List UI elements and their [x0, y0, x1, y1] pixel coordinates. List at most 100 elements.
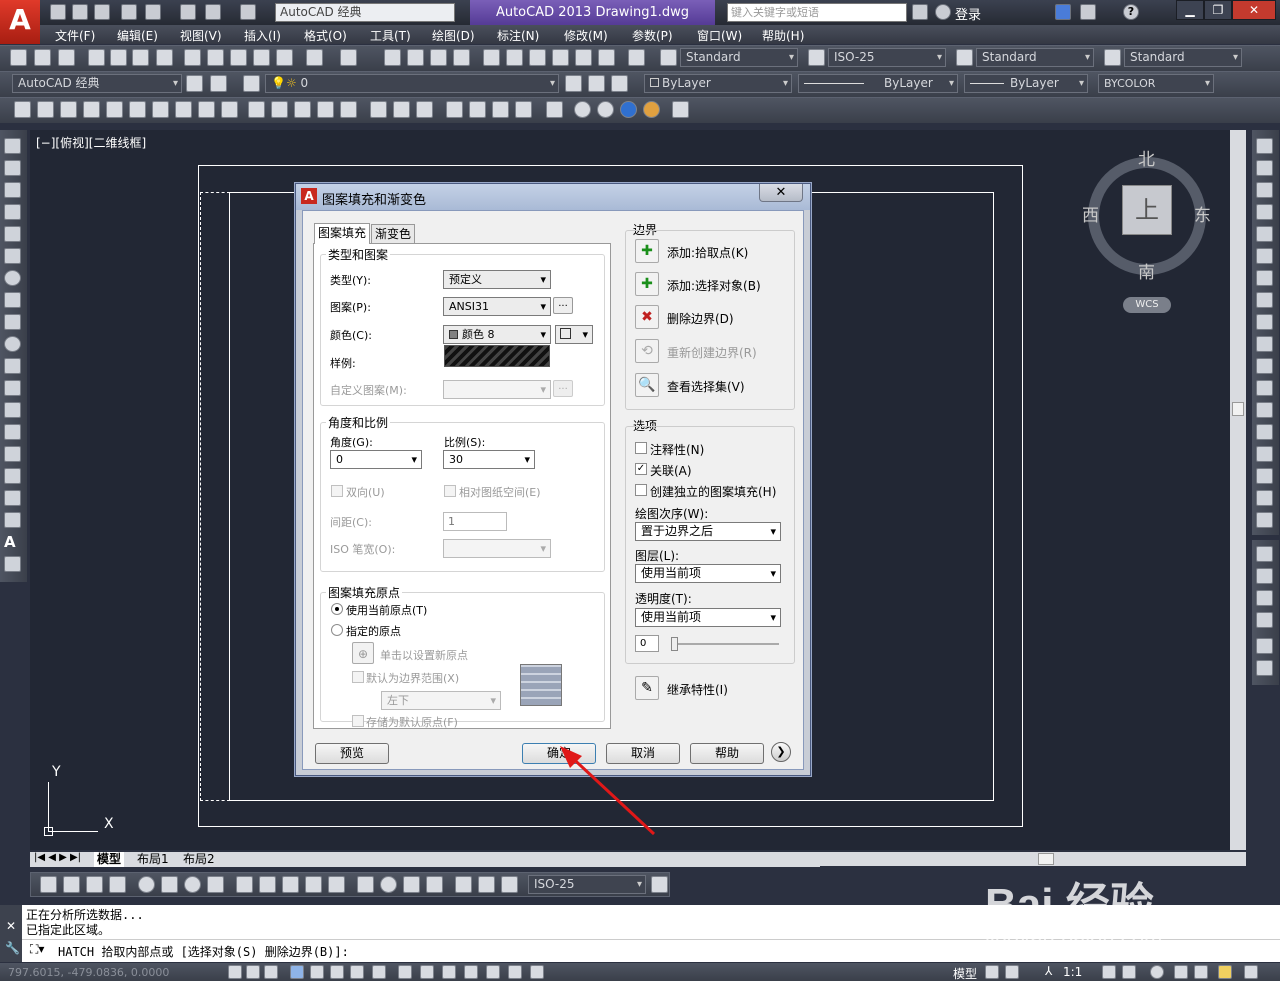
compass-west[interactable]: 西	[1082, 201, 1099, 226]
close-window-button[interactable]: ✕	[1232, 0, 1276, 20]
exchange-icon[interactable]	[1055, 4, 1071, 20]
fillet-icon[interactable]	[1256, 468, 1273, 484]
hatch-icon[interactable]	[4, 446, 21, 462]
menu-help[interactable]: 帮助(H)	[762, 27, 804, 44]
undo-toolbar-icon[interactable]	[306, 49, 323, 66]
coordinates-readout[interactable]: 797.6015, -479.0836, 0.0000	[8, 966, 169, 979]
customize-icon[interactable]	[210, 75, 227, 92]
polyline-icon[interactable]	[4, 182, 21, 198]
cylinder-icon[interactable]	[129, 101, 146, 118]
ducs-icon[interactable]	[398, 965, 412, 979]
continue-dim-icon[interactable]	[282, 876, 299, 893]
grid-display-icon[interactable]	[264, 965, 278, 979]
wrench-icon[interactable]: 🔧	[5, 941, 20, 955]
menu-modify[interactable]: 修改(M)	[564, 27, 608, 44]
save-toolbar-icon[interactable]	[58, 49, 75, 66]
aligned-dim-icon[interactable]	[63, 876, 80, 893]
line-icon[interactable]	[4, 138, 21, 154]
custom-pattern-browse-button[interactable]: ...	[553, 380, 573, 397]
tab-model[interactable]: 模型	[94, 852, 125, 867]
blend-curves-icon[interactable]	[1256, 490, 1273, 506]
hatch-color-select[interactable]: 颜色 8	[443, 325, 551, 344]
3d-align-icon[interactable]	[492, 101, 509, 118]
menu-draw[interactable]: 绘图(D)	[432, 27, 475, 44]
table-style-combo[interactable]: Standard	[976, 48, 1094, 67]
menu-edit[interactable]: 编辑(E)	[117, 27, 158, 44]
layer-previous-icon[interactable]	[588, 75, 605, 92]
toolbar-lock-icon[interactable]	[1174, 965, 1188, 979]
insert-block-icon[interactable]	[4, 380, 21, 396]
restore-button[interactable]: ❐	[1204, 0, 1232, 20]
command-window-handle[interactable]: ✕ 🔧	[0, 905, 22, 962]
open-file-icon[interactable]	[72, 4, 88, 20]
cut-icon[interactable]	[184, 49, 201, 66]
viewcube-top-face[interactable]: 上	[1122, 185, 1172, 235]
annotation-visibility-icon[interactable]	[1102, 965, 1116, 979]
clean-screen-icon[interactable]	[1244, 965, 1258, 979]
add-select-objects-label[interactable]: 添加:选择对象(B)	[667, 277, 761, 294]
table-style-icon[interactable]	[956, 49, 973, 66]
horizontal-scrollbar[interactable]	[820, 852, 1246, 866]
menu-format[interactable]: 格式(O)	[304, 27, 347, 44]
layer-states-icon[interactable]	[611, 75, 628, 92]
help-button[interactable]: 帮助	[690, 743, 764, 764]
hidden-style-icon[interactable]	[574, 101, 591, 118]
planar-surface-icon[interactable]	[221, 101, 238, 118]
horizontal-scroll-thumb[interactable]	[1038, 853, 1054, 865]
copy-icon[interactable]	[207, 49, 224, 66]
spacing-input[interactable]: 1	[443, 512, 507, 531]
more-options-button[interactable]: ❯	[771, 742, 791, 762]
text-to-front-icon[interactable]	[1256, 638, 1273, 654]
save-as-icon[interactable]	[121, 4, 137, 20]
otrack-icon[interactable]	[372, 965, 386, 979]
break-icon[interactable]	[1256, 402, 1273, 418]
scale-select[interactable]: 30	[443, 450, 535, 469]
linear-dim-icon[interactable]	[40, 876, 57, 893]
compass-south[interactable]: 南	[1138, 258, 1155, 283]
menu-dimension[interactable]: 标注(N)	[497, 27, 539, 44]
application-menu-button[interactable]: A	[0, 0, 40, 44]
lineweight-display-icon[interactable]	[442, 965, 456, 979]
tab-hatch[interactable]: 图案填充	[314, 223, 371, 244]
mleader-style-icon[interactable]	[1104, 49, 1121, 66]
redo-icon[interactable]	[240, 4, 256, 20]
menu-insert[interactable]: 插入(I)	[244, 27, 281, 44]
tolerance-icon[interactable]	[357, 876, 374, 893]
plotstyle-combo[interactable]: BYCOLOR	[1098, 74, 1214, 93]
vertical-scroll-thumb[interactable]	[1232, 402, 1244, 416]
radius-dim-icon[interactable]	[138, 876, 155, 893]
center-mark-icon[interactable]	[380, 876, 397, 893]
cancel-button[interactable]: 取消	[606, 743, 680, 764]
stretch-icon[interactable]	[1256, 314, 1273, 330]
diameter-dim-icon[interactable]	[184, 876, 201, 893]
3d-move-icon[interactable]	[446, 101, 463, 118]
viewport-controls[interactable]: [−][俯视][二维线框]	[36, 134, 146, 151]
make-block-icon[interactable]	[4, 402, 21, 418]
dynamic-input-icon[interactable]	[420, 965, 434, 979]
zoom-realtime-icon[interactable]	[407, 49, 424, 66]
tab-layout2[interactable]: 布局2	[180, 852, 218, 867]
vertical-scrollbar[interactable]	[1230, 130, 1246, 850]
qnew-icon[interactable]	[10, 49, 27, 66]
color-combo[interactable]: ByLayer	[644, 74, 792, 93]
layer-combo[interactable]: 💡☼ 0	[265, 74, 559, 93]
break-at-point-icon[interactable]	[1256, 380, 1273, 396]
remove-boundaries-icon[interactable]: ✖	[635, 305, 659, 329]
annotation-monitor-icon[interactable]	[530, 965, 544, 979]
conceptual-style-icon[interactable]	[643, 101, 660, 118]
visual-style-icon[interactable]	[546, 101, 563, 118]
circle-icon[interactable]	[4, 270, 21, 286]
properties-icon[interactable]	[483, 49, 500, 66]
extents-position-select[interactable]: 左下	[381, 691, 501, 710]
default-extents-checkbox[interactable]	[352, 671, 364, 683]
send-under-icon[interactable]	[1256, 612, 1273, 628]
dim-break-icon[interactable]	[328, 876, 345, 893]
inherit-properties-icon[interactable]: ✎	[635, 676, 659, 700]
custom-pattern-select[interactable]	[443, 380, 551, 399]
pan-icon[interactable]	[384, 49, 401, 66]
new-file-icon[interactable]	[50, 4, 66, 20]
workspace-combo[interactable]: AutoCAD 经典	[275, 3, 455, 22]
minimize-button[interactable]: ▁	[1176, 0, 1204, 20]
view-selections-icon[interactable]: 🔍	[635, 373, 659, 397]
revolve-icon[interactable]	[317, 101, 334, 118]
